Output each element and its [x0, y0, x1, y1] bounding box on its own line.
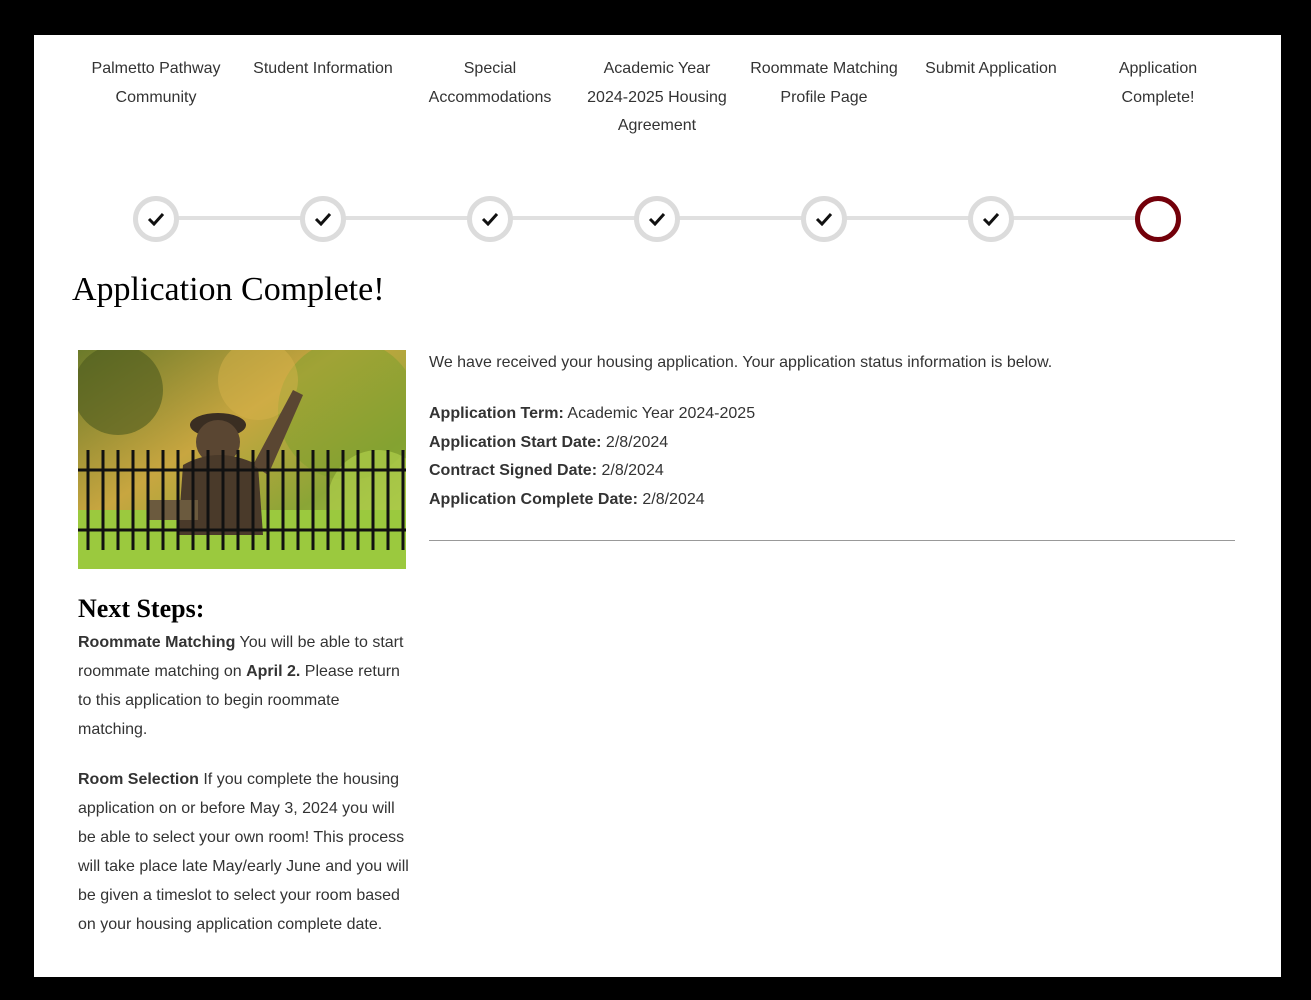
step-node-3[interactable]	[467, 196, 513, 242]
mascot-statue-photo	[78, 350, 406, 569]
step-label-roommate-profile[interactable]: Roommate Matching Profile Page	[749, 55, 899, 112]
divider	[429, 540, 1235, 541]
step-label-special-accommodations[interactable]: Special Accommodations	[415, 55, 565, 112]
roommate-matching-info: Roommate Matching You will be able to st…	[78, 628, 413, 744]
application-page: Palmetto Pathway Community Student Infor…	[34, 35, 1281, 977]
status-label: Application Term:	[429, 405, 564, 422]
status-intro: We have received your housing applicatio…	[429, 354, 1053, 371]
status-value: Academic Year 2024-2025	[567, 405, 756, 422]
status-row-complete-date: Application Complete Date: 2/8/2024	[429, 486, 1235, 515]
roommate-date: April 2.	[246, 663, 301, 680]
check-icon	[815, 212, 833, 226]
status-label: Contract Signed Date:	[429, 462, 598, 479]
page-title: Application Complete!	[72, 271, 385, 308]
room-selection-info: Room Selection If you complete the housi…	[78, 765, 413, 939]
next-steps-title: Next Steps:	[78, 594, 205, 623]
status-label: Application Start Date:	[429, 433, 602, 451]
step-label-student-information[interactable]: Student Information	[248, 55, 398, 84]
check-icon	[648, 212, 666, 226]
step-label-submit-application[interactable]: Submit Application	[916, 55, 1066, 84]
step-node-current[interactable]	[1135, 196, 1181, 242]
check-icon	[314, 212, 332, 226]
step-node-5[interactable]	[801, 196, 847, 242]
room-heading: Room Selection	[78, 771, 199, 788]
status-value: 2/8/2024	[601, 462, 664, 479]
step-label-palmetto-pathway[interactable]: Palmetto Pathway Community	[81, 55, 231, 112]
status-row-contract-date: Contract Signed Date: 2/8/2024	[429, 457, 1235, 486]
check-icon	[147, 212, 165, 226]
step-node-1[interactable]	[133, 196, 179, 242]
photo-illustration	[78, 350, 406, 569]
status-label: Application Complete Date:	[429, 490, 638, 508]
check-icon	[982, 212, 1000, 226]
status-row-start-date: Application Start Date: 2/8/2024	[429, 429, 1235, 458]
step-node-2[interactable]	[300, 196, 346, 242]
status-row-term: Application Term: Academic Year 2024-202…	[429, 400, 1235, 429]
application-status: We have received your housing applicatio…	[429, 348, 1235, 514]
roommate-heading: Roommate Matching	[78, 634, 236, 651]
check-icon	[481, 212, 499, 226]
next-steps: Next Steps: Roommate Matching You will b…	[78, 590, 413, 939]
step-node-6[interactable]	[968, 196, 1014, 242]
step-label-housing-agreement[interactable]: Academic Year 2024-2025 Housing Agreemen…	[582, 55, 732, 141]
status-value: 2/8/2024	[642, 490, 705, 508]
status-value: 2/8/2024	[605, 433, 669, 451]
room-text: If you complete the housing application …	[78, 771, 409, 933]
step-node-4[interactable]	[634, 196, 680, 242]
step-label-application-complete[interactable]: Application Complete!	[1083, 55, 1233, 112]
status-rows: Application Term: Academic Year 2024-202…	[429, 400, 1235, 514]
